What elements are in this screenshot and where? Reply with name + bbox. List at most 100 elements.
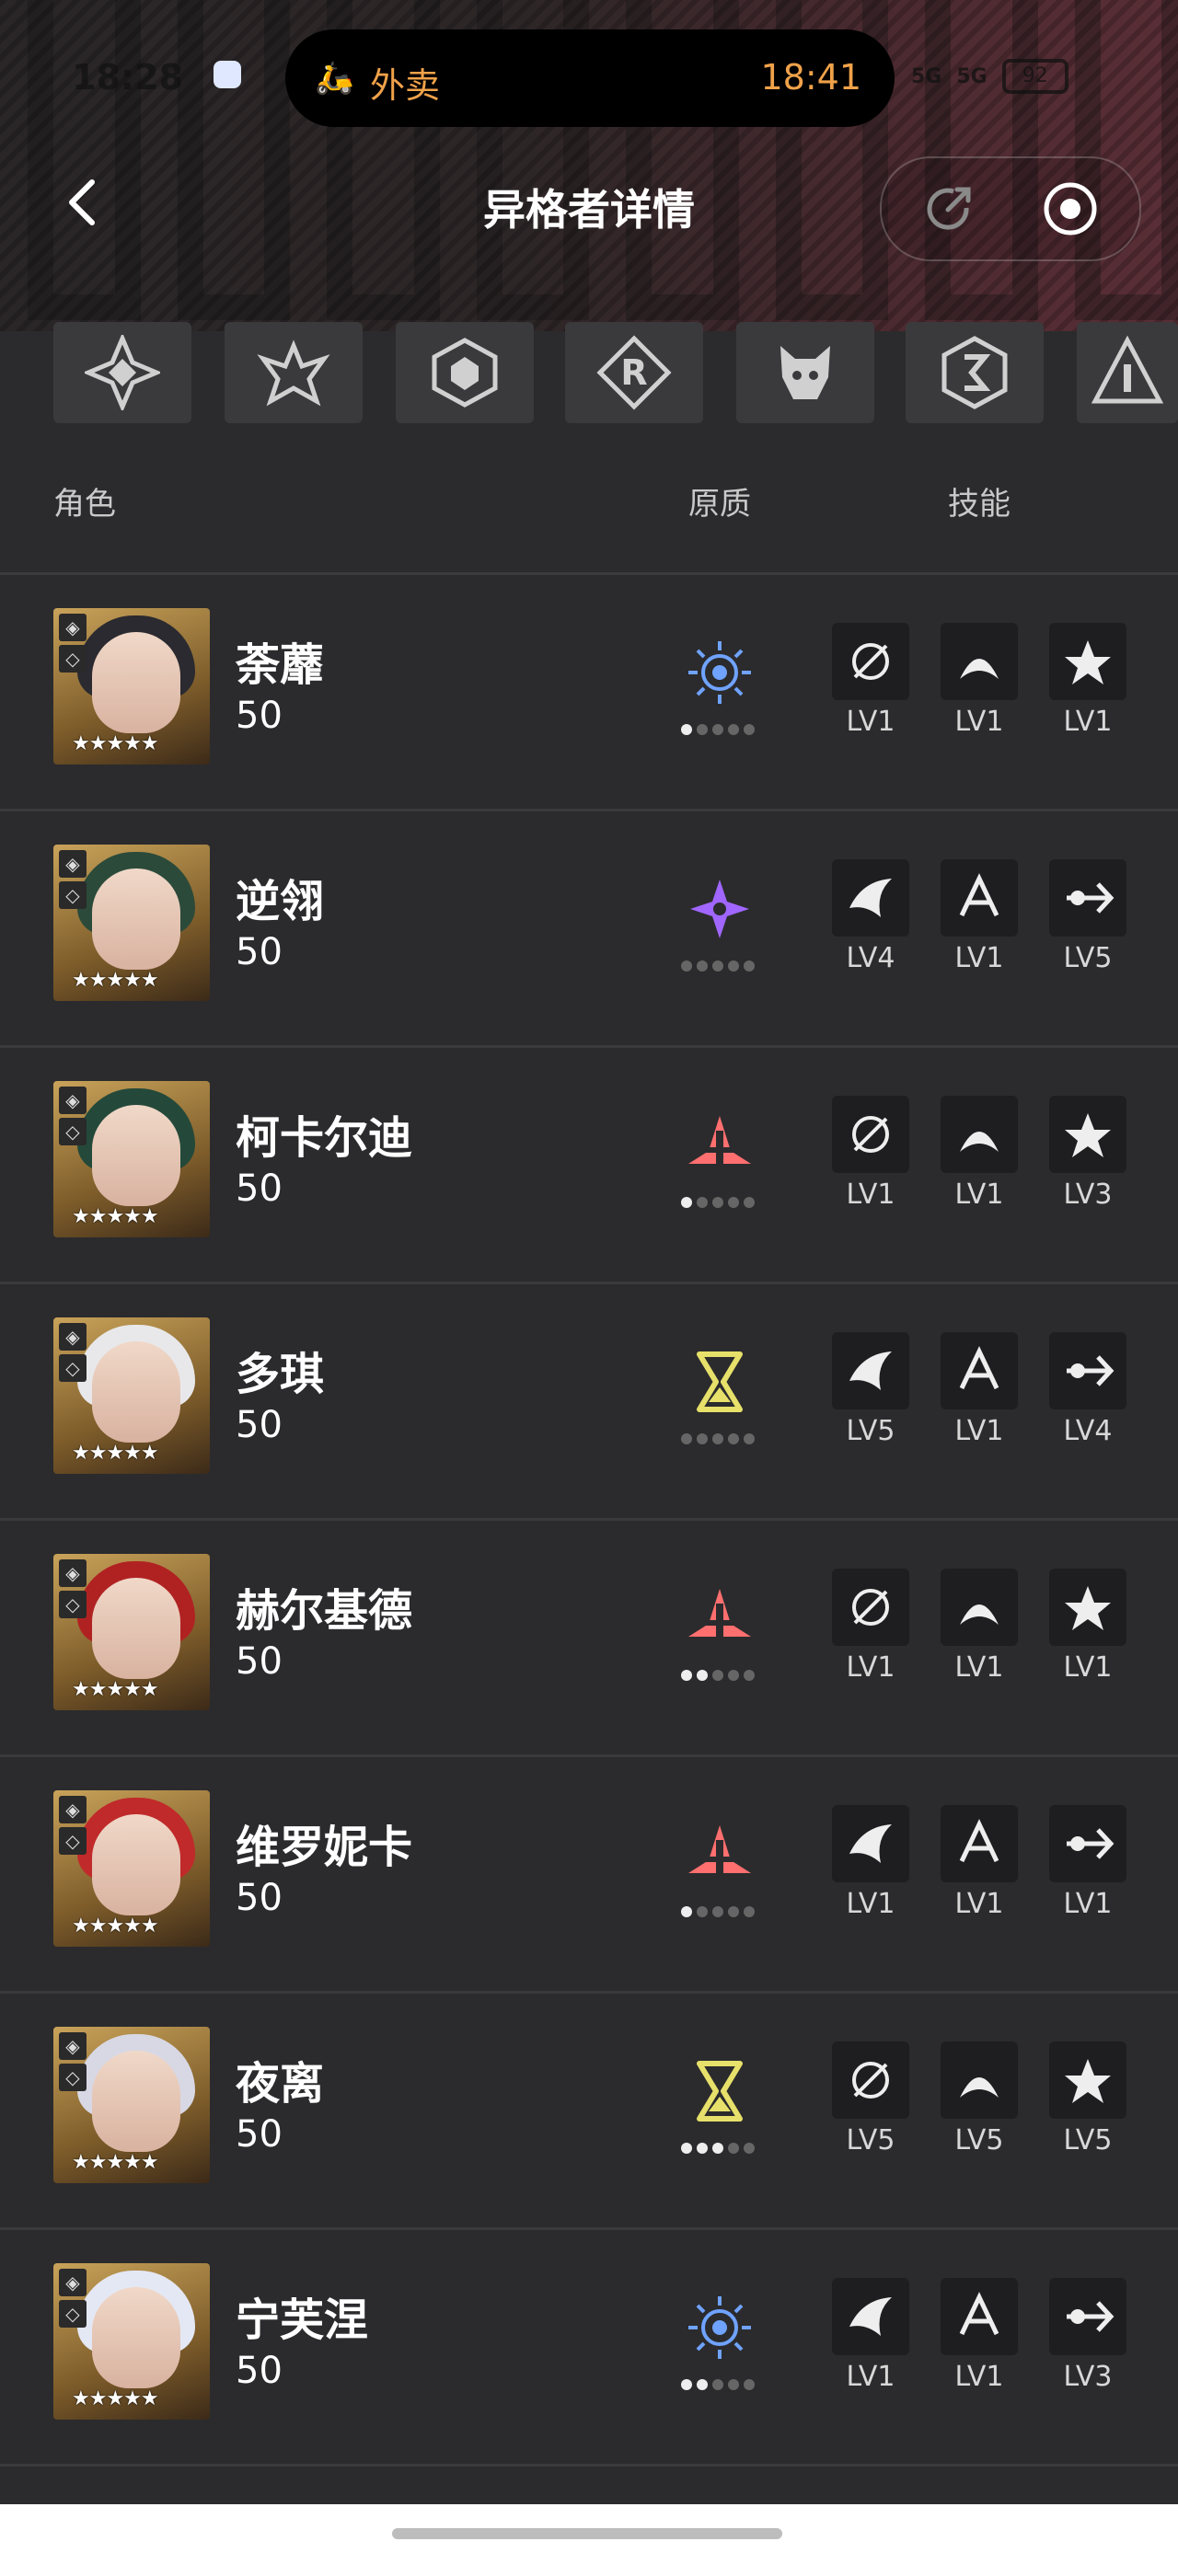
character-row[interactable]: ◈ ◇ ★★★★★ 夜离 50 LV5 LV5 LV5 — [0, 1994, 1178, 2230]
skill-icon — [1049, 859, 1126, 937]
skill-slot[interactable]: LV1 — [941, 859, 1018, 974]
nature-dots — [681, 1906, 755, 1917]
skill-slot[interactable]: LV1 — [832, 623, 909, 738]
rarity-dot — [744, 2143, 755, 2154]
faction-badge-icon: ◈ — [59, 1559, 87, 1587]
character-name: 荼蘼 — [236, 639, 325, 691]
class-badge-icon: ◇ — [59, 645, 87, 673]
skill-slot[interactable]: LV1 — [941, 1805, 1018, 1920]
character-level: 50 — [236, 1877, 283, 1919]
skill-level: LV5 — [954, 2124, 1004, 2156]
rarity-dot — [712, 1906, 723, 1917]
rarity-dot — [744, 1906, 755, 1917]
faction-badge-icon: ◈ — [59, 2269, 87, 2296]
skill-level: LV1 — [954, 1888, 1004, 1920]
column-header-role: 角色 — [53, 486, 116, 523]
skill-level: LV1 — [846, 2361, 895, 2393]
character-row[interactable]: ◈ ◇ ★★★★★ 多琪 50 LV5 LV1 LV4 — [0, 1284, 1178, 1521]
faction-6-icon[interactable] — [906, 322, 1044, 423]
skill-slot[interactable]: LV1 — [832, 1805, 909, 1920]
character-portrait[interactable]: ◈ ◇ ★★★★★ — [53, 2027, 210, 2183]
rarity-dot — [744, 2379, 755, 2390]
skill-slot[interactable]: LV1 — [832, 1096, 909, 1211]
skill-slot[interactable]: LV4 — [832, 859, 909, 974]
character-row[interactable]: ◈ ◇ ★★★★★ 赫尔基德 50 LV1 LV1 LV1 — [0, 1521, 1178, 1757]
home-indicator[interactable] — [392, 2528, 782, 2539]
portrait-face — [92, 632, 180, 733]
status-time: 18:28 — [72, 57, 183, 98]
skill-level: LV1 — [954, 1179, 1004, 1211]
skill-slot[interactable]: LV5 — [1049, 859, 1126, 974]
skill-slot[interactable]: LV1 — [941, 1096, 1018, 1211]
rarity-dot — [744, 724, 755, 735]
skill-icon — [941, 1332, 1018, 1409]
faction-1-icon[interactable] — [53, 322, 191, 423]
skill-level: LV5 — [846, 2124, 895, 2156]
dynamic-island[interactable]: 🛵 外卖 18:41 — [285, 29, 895, 127]
character-portrait[interactable]: ◈ ◇ ★★★★★ — [53, 845, 210, 1001]
class-badge-icon: ◇ — [59, 1118, 87, 1145]
character-row[interactable]: ◈ ◇ ★★★★★ 维罗妮卡 50 LV1 LV1 LV1 — [0, 1757, 1178, 1994]
skill-slot[interactable]: LV1 — [832, 1569, 909, 1684]
skill-slot[interactable]: LV5 — [832, 2041, 909, 2156]
skill-icon — [832, 2278, 909, 2355]
nature-dots — [681, 1197, 755, 1208]
character-portrait[interactable]: ◈ ◇ ★★★★★ — [53, 1554, 210, 1710]
faction-badge-icon: ◈ — [59, 2032, 87, 2060]
rarity-dot — [681, 1197, 692, 1208]
character-row[interactable]: ◈ ◇ ★★★★★ 荼蘼 50 LV1 LV1 LV1 — [0, 575, 1178, 811]
rarity-dot — [681, 2143, 692, 2154]
character-portrait[interactable]: ◈ ◇ ★★★★★ — [53, 1081, 210, 1237]
skill-slot[interactable]: LV3 — [1049, 2278, 1126, 2393]
character-row[interactable]: ◈ ◇ ★★★★★ 逆翎 50 LV4 LV1 LV5 — [0, 811, 1178, 1048]
record-icon[interactable] — [1042, 180, 1099, 237]
rarity-dot — [697, 724, 708, 735]
faction-3-icon[interactable] — [396, 322, 534, 423]
nature-dots — [681, 2379, 755, 2390]
skill-slot[interactable]: LV5 — [941, 2041, 1018, 2156]
skill-level: LV5 — [846, 1415, 895, 1447]
skill-slot[interactable]: LV1 — [941, 623, 1018, 738]
skill-slot[interactable]: LV1 — [1049, 1569, 1126, 1684]
skill-level: LV1 — [1063, 706, 1113, 738]
rarity-dot — [728, 1906, 739, 1917]
character-row[interactable]: ◈ ◇ ★★★★★ 宁芙涅 50 LV1 LV1 LV3 — [0, 2230, 1178, 2467]
character-portrait[interactable]: ◈ ◇ ★★★★★ — [53, 1317, 210, 1474]
skill-slot[interactable]: LV1 — [1049, 1805, 1126, 1920]
share-icon[interactable] — [920, 180, 977, 237]
character-portrait[interactable]: ◈ ◇ ★★★★★ — [53, 1790, 210, 1947]
rarity-dot — [712, 1197, 723, 1208]
class-badge-icon: ◇ — [59, 881, 87, 909]
skill-icon — [832, 623, 909, 700]
skill-slot[interactable]: LV1 — [941, 1569, 1018, 1684]
skill-slot[interactable]: LV5 — [1049, 2041, 1126, 2156]
character-portrait[interactable]: ◈ ◇ ★★★★★ — [53, 2263, 210, 2420]
faction-badge-icon: ◈ — [59, 1323, 87, 1351]
nav-bar: 异格者详情 — [0, 156, 1178, 261]
skill-slot[interactable]: LV1 — [941, 2278, 1018, 2393]
portrait-face — [92, 1105, 180, 1206]
rarity-dot — [744, 1670, 755, 1681]
faction-7-icon[interactable] — [1077, 322, 1178, 423]
skill-icon — [941, 2041, 1018, 2119]
eye-sun-icon — [685, 638, 755, 707]
faction-5-icon[interactable] — [736, 322, 874, 423]
skill-slot[interactable]: LV1 — [1049, 623, 1126, 738]
faction-2-icon[interactable] — [225, 322, 363, 423]
skill-slot[interactable]: LV5 — [832, 1332, 909, 1447]
star-rating: ★★★★★ — [72, 1205, 159, 1228]
skill-slot[interactable]: LV1 — [941, 1332, 1018, 1447]
character-portrait[interactable]: ◈ ◇ ★★★★★ — [53, 608, 210, 765]
rarity-dot — [681, 1433, 692, 1444]
rarity-dot — [681, 960, 692, 972]
skill-icon — [832, 1332, 909, 1409]
faction-4-icon[interactable]: R — [565, 322, 703, 423]
spike-icon — [685, 1110, 755, 1180]
mini-program-capsule — [880, 156, 1141, 261]
skill-level: LV1 — [846, 1651, 895, 1684]
rarity-dot — [712, 1670, 723, 1681]
skill-slot[interactable]: LV3 — [1049, 1096, 1126, 1211]
skill-slot[interactable]: LV4 — [1049, 1332, 1126, 1447]
character-row[interactable]: ◈ ◇ ★★★★★ 柯卡尔迪 50 LV1 LV1 LV3 — [0, 1048, 1178, 1284]
skill-slot[interactable]: LV1 — [832, 2278, 909, 2393]
